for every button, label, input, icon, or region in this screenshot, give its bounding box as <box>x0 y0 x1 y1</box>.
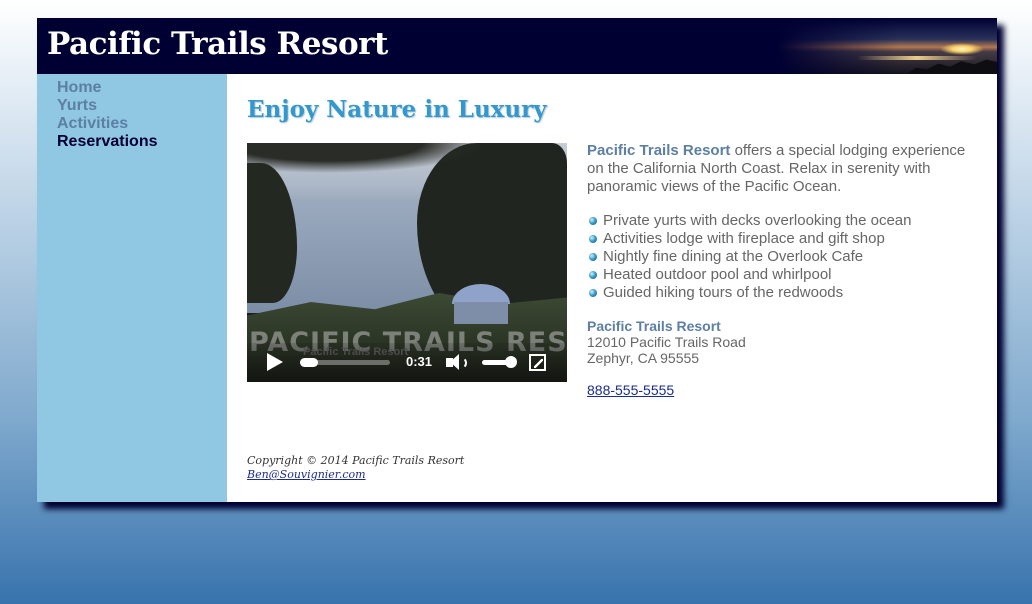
video-progress-bar[interactable] <box>300 358 390 367</box>
site-header: Pacific Trails Resort <box>37 18 997 74</box>
video-branches <box>247 143 567 183</box>
fullscreen-icon[interactable] <box>529 354 546 371</box>
volume-knob[interactable] <box>505 356 517 368</box>
intro-brand: Pacific Trails Resort <box>587 142 731 159</box>
nav-item-home[interactable]: Home <box>57 79 101 96</box>
bullet-icon <box>589 253 597 261</box>
sunset-glow <box>857 56 977 60</box>
main-content: Enjoy Nature in Luxury PACIFIC TRAILS RE… <box>227 74 997 502</box>
nav-item-reservations[interactable]: Reservations <box>57 133 158 150</box>
intro-paragraph: Pacific Trails Resort offers a special l… <box>587 142 977 196</box>
address-block: Pacific Trails Resort 12010 Pacific Trai… <box>587 318 746 366</box>
email-link[interactable]: Ben@Souvignier.com <box>247 468 464 482</box>
phone-link[interactable]: 888-555-5555 <box>587 382 674 398</box>
video-controls: Pacific Trails Resort 0:31 <box>247 343 567 382</box>
list-item: Guided hiking tours of the redwoods <box>587 284 912 302</box>
video-yurt <box>452 284 510 326</box>
page-wrapper: Pacific Trails Resort Home Yurts Activit… <box>37 18 997 502</box>
page-heading: Enjoy Nature in Luxury <box>247 96 547 123</box>
bullet-icon <box>589 217 597 225</box>
play-icon[interactable] <box>267 353 283 371</box>
nav-item-yurts[interactable]: Yurts <box>57 97 97 114</box>
list-item: Private yurts with decks overlooking the… <box>587 212 912 230</box>
video-progress-knob[interactable] <box>300 358 318 367</box>
nav-item-activities[interactable]: Activities <box>57 115 128 132</box>
list-item: Heated outdoor pool and whirlpool <box>587 266 912 284</box>
address-name: Pacific Trails Resort <box>587 318 721 334</box>
video-time: 0:31 <box>406 354 433 369</box>
address-city: Zephyr, CA 95555 <box>587 350 700 366</box>
video-player[interactable]: PACIFIC TRAILS RESORT Pacific Trails Res… <box>247 143 567 382</box>
address-street: 12010 Pacific Trails Road <box>587 334 746 350</box>
bullet-icon <box>589 271 597 279</box>
bullet-icon <box>589 289 597 297</box>
list-item: Activities lodge with fireplace and gift… <box>587 230 912 248</box>
bullet-icon <box>589 235 597 243</box>
site-footer: Copyright © 2014 Pacific Trails Resort B… <box>247 454 464 482</box>
copyright-text: Copyright © 2014 Pacific Trails Resort <box>247 454 465 467</box>
volume-icon[interactable] <box>446 353 470 373</box>
main-nav: Home Yurts Activities Reservations <box>37 74 227 151</box>
site-title: Pacific Trails Resort <box>47 26 388 62</box>
video-title-label: Pacific Trails Resort <box>303 346 409 358</box>
list-item: Nightly fine dining at the Overlook Cafe <box>587 248 912 266</box>
feature-list: Private yurts with decks overlooking the… <box>587 212 912 302</box>
